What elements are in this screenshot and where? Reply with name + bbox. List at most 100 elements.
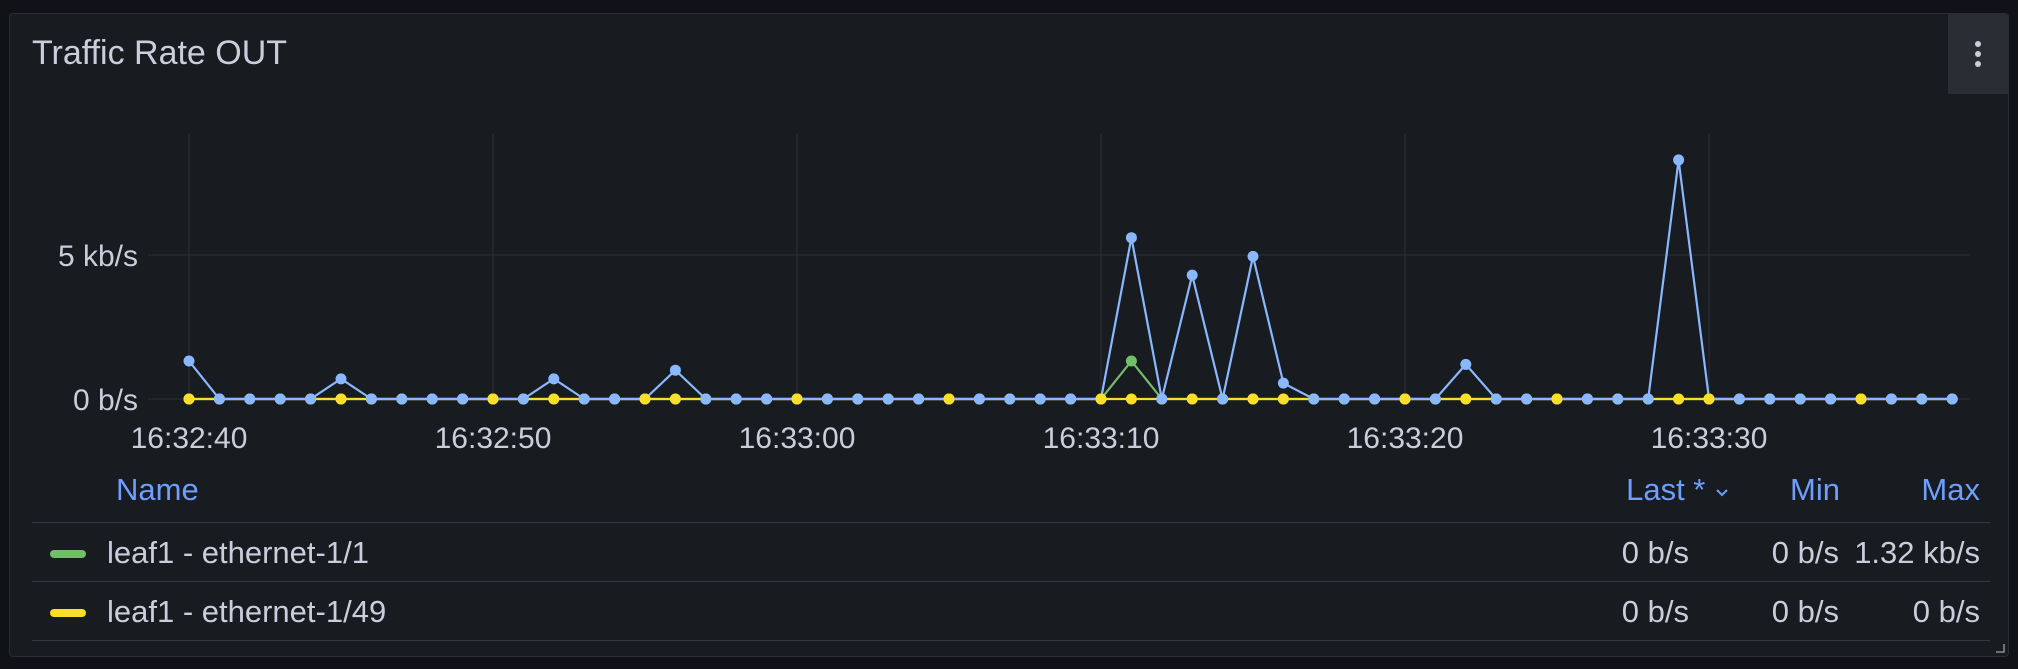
legend-header-name[interactable]: Name (116, 472, 199, 508)
data-point (426, 393, 438, 405)
series-name: leaf1 - ethernet-1/49 (107, 594, 387, 629)
data-point (1247, 250, 1259, 262)
x-tick-label: 16:32:50 (435, 422, 552, 455)
data-point (305, 393, 317, 405)
data-point (852, 393, 864, 405)
data-point (1642, 393, 1654, 405)
resize-handle-icon[interactable] (1993, 641, 2005, 653)
series-max-value: 0 b/s (1912, 594, 1980, 629)
data-point (244, 393, 256, 405)
data-point (1612, 393, 1624, 405)
data-point (335, 393, 347, 405)
series-color-swatch (50, 609, 86, 617)
data-point (548, 393, 560, 405)
data-point (274, 393, 286, 405)
data-point (1916, 393, 1928, 405)
series-line (188, 158, 1953, 401)
data-point (335, 373, 347, 385)
data-point (1186, 269, 1198, 281)
data-point (1946, 393, 1958, 405)
chevron-down-icon (1716, 489, 1728, 497)
legend-row[interactable]: leaf1 - ethernet-1/49 0 b/s 0 b/s 0 b/s (32, 581, 1990, 641)
data-point (1794, 393, 1806, 405)
data-point (791, 393, 803, 405)
series-name: leaf1 - ethernet-1/1 (107, 535, 369, 570)
x-tick-label: 16:33:10 (1043, 422, 1160, 455)
data-point (1369, 393, 1381, 405)
legend-header-min[interactable]: Min (1790, 472, 1840, 508)
data-point (1764, 393, 1776, 405)
data-point (1125, 232, 1137, 244)
data-point (183, 355, 195, 367)
legend-header-last-label: Last * (1626, 472, 1706, 507)
data-point (1217, 393, 1229, 405)
legend-table: Name Last * Min Max leaf1 - ethernet-1/1… (32, 462, 1990, 641)
data-point (1460, 358, 1472, 370)
series-min-value: 0 b/s (1771, 594, 1839, 629)
data-point (1277, 377, 1289, 389)
data-point (1521, 393, 1533, 405)
data-point (1885, 393, 1897, 405)
data-point (973, 393, 985, 405)
data-point (1399, 393, 1411, 405)
data-point (1733, 393, 1745, 405)
data-point (1825, 393, 1837, 405)
x-tick-label: 16:33:20 (1347, 422, 1464, 455)
data-point (913, 393, 925, 405)
data-point (1490, 393, 1502, 405)
data-point (578, 393, 590, 405)
legend-header: Name Last * Min Max (32, 462, 1990, 522)
x-tick-label: 16:33:30 (1651, 422, 1768, 455)
data-point (1673, 393, 1685, 405)
y-tick-label: 5 kb/s (58, 240, 138, 273)
data-point (1095, 393, 1107, 405)
legend-header-last[interactable]: Last * (1626, 472, 1730, 508)
data-point (1581, 393, 1593, 405)
legend-header-max[interactable]: Max (1921, 472, 1980, 508)
data-point (1855, 393, 1867, 405)
data-point (396, 393, 408, 405)
timeseries-chart[interactable]: 0 b/s 5 kb/s 16:32:40 16:32:50 16:33:00 16:33… (10, 14, 2010, 459)
data-point (1004, 393, 1016, 405)
data-point (1429, 393, 1441, 405)
series-line (189, 359, 1953, 401)
data-point (882, 393, 894, 405)
data-point (487, 393, 499, 405)
data-point (1308, 393, 1320, 405)
data-point (1247, 393, 1259, 405)
series-min-value: 0 b/s (1771, 535, 1839, 570)
data-point (1338, 393, 1350, 405)
data-point (943, 393, 955, 405)
data-point (639, 393, 651, 405)
data-point (609, 393, 621, 405)
legend-row[interactable]: leaf1 - ethernet-1/1 0 b/s 0 b/s 1.32 kb… (32, 522, 1990, 581)
data-point (1277, 393, 1289, 405)
data-point (669, 364, 681, 376)
data-point (1034, 393, 1046, 405)
data-point (1551, 393, 1563, 405)
data-point (517, 393, 529, 405)
data-point (700, 393, 712, 405)
data-point (213, 393, 225, 405)
data-point (1460, 393, 1472, 405)
data-point (365, 393, 377, 405)
data-point (1703, 393, 1715, 405)
x-tick-label: 16:33:00 (739, 422, 856, 455)
data-point (730, 393, 742, 405)
data-point (1156, 393, 1168, 405)
data-point (821, 393, 833, 405)
series-last-value: 0 b/s (1621, 594, 1689, 629)
chart-panel: Traffic Rate OUT 0 b/s 5 kb/s 16:32:40 16:3… (9, 13, 2009, 657)
data-point (669, 393, 681, 405)
data-point (1125, 355, 1137, 367)
data-point (761, 393, 773, 405)
series-last-value: 0 b/s (1621, 535, 1689, 570)
series-color-swatch (50, 550, 86, 558)
data-point (1186, 393, 1198, 405)
x-tick-label: 16:32:40 (131, 422, 248, 455)
data-point (1673, 154, 1685, 166)
data-point (1065, 393, 1077, 405)
series-max-value: 1.32 kb/s (1854, 535, 1980, 570)
data-point (548, 373, 560, 385)
data-point (1125, 393, 1137, 405)
